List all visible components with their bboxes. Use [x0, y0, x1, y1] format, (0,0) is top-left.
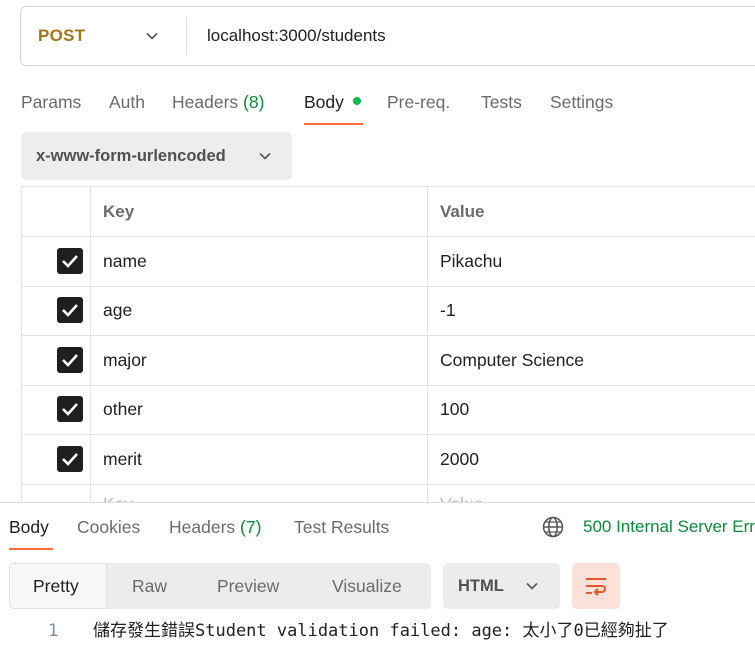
active-tab-indicator [304, 123, 363, 125]
key-cell[interactable]: other [103, 399, 143, 420]
check-icon [62, 453, 78, 466]
response-tab-cookies[interactable]: Cookies [77, 516, 140, 538]
body-type-select[interactable]: x-www-form-urlencoded [21, 132, 292, 180]
view-raw[interactable]: Raw [132, 563, 167, 609]
row-checkbox[interactable] [57, 446, 83, 472]
tab-params[interactable]: Params [21, 91, 81, 113]
value-column-header: Value [440, 202, 485, 221]
chevron-down-icon[interactable] [145, 29, 159, 43]
view-visualize[interactable]: Visualize [332, 563, 402, 609]
table-row: name Pikachu [22, 237, 755, 287]
body-type-label: x-www-form-urlencoded [36, 147, 226, 165]
check-icon [62, 403, 78, 416]
row-checkbox[interactable] [57, 396, 83, 422]
tab-tests[interactable]: Tests [481, 91, 522, 113]
check-icon [62, 354, 78, 367]
view-pretty[interactable]: Pretty [33, 563, 79, 609]
tab-headers-label: Headers [172, 92, 239, 112]
tab-headers-count: (8) [243, 92, 265, 112]
table-row: merit 2000 [22, 435, 755, 485]
value-cell[interactable]: -1 [440, 300, 456, 321]
row-checkbox[interactable] [57, 248, 83, 274]
response-body-text: 儲存發生錯誤Student validation failed: age: 太小… [93, 621, 669, 641]
url-divider [186, 17, 187, 55]
tab-settings[interactable]: Settings [550, 91, 613, 113]
table-row: major Computer Science [22, 336, 755, 386]
key-cell[interactable]: age [103, 300, 132, 321]
globe-icon[interactable] [541, 515, 565, 539]
tab-prereq[interactable]: Pre-req. [387, 91, 450, 113]
response-tab-headers[interactable]: Headers (7) [169, 516, 261, 538]
format-select[interactable]: HTML [443, 563, 560, 609]
response-tab-headers-label: Headers [169, 517, 236, 537]
table-header-row: Key Value [22, 187, 755, 237]
tab-body[interactable]: Body [304, 91, 344, 113]
body-modified-dot [353, 97, 361, 105]
value-cell[interactable]: Computer Science [440, 350, 584, 371]
pane-divider[interactable] [0, 502, 755, 503]
tab-auth[interactable]: Auth [109, 91, 145, 113]
value-cell[interactable]: 2000 [440, 449, 479, 470]
check-icon [62, 255, 78, 268]
line-number: 1 [48, 621, 59, 641]
url-bar: POST localhost:3000/students [20, 6, 755, 66]
key-cell[interactable]: merit [103, 449, 142, 470]
tab-headers[interactable]: Headers (8) [172, 91, 264, 113]
table-row: other 100 [22, 386, 755, 435]
key-column-header: Key [103, 202, 135, 221]
chevron-down-icon [526, 582, 538, 590]
response-tab-body[interactable]: Body [9, 516, 49, 538]
row-checkbox[interactable] [57, 347, 83, 373]
key-cell[interactable]: major [103, 350, 147, 371]
check-icon [62, 304, 78, 317]
response-tab-test-results[interactable]: Test Results [294, 516, 389, 538]
format-label: HTML [458, 577, 504, 595]
url-input[interactable]: localhost:3000/students [207, 7, 386, 65]
row-checkbox[interactable] [57, 297, 83, 323]
method-select[interactable]: POST [38, 7, 86, 65]
params-table: Key Value name Pikachu age -1 major Comp… [21, 186, 755, 506]
response-tab-headers-count: (7) [240, 517, 262, 537]
wrap-lines-button[interactable] [572, 563, 620, 609]
status-badge[interactable]: 500 Internal Server Error [583, 516, 755, 538]
active-response-tab-indicator [9, 548, 53, 550]
key-cell[interactable]: name [103, 251, 147, 272]
chevron-down-icon [259, 152, 271, 160]
value-cell[interactable]: Pikachu [440, 251, 502, 272]
table-row: age -1 [22, 287, 755, 336]
view-preview[interactable]: Preview [217, 563, 279, 609]
wrap-lines-icon [586, 578, 606, 596]
value-cell[interactable]: 100 [440, 399, 469, 420]
